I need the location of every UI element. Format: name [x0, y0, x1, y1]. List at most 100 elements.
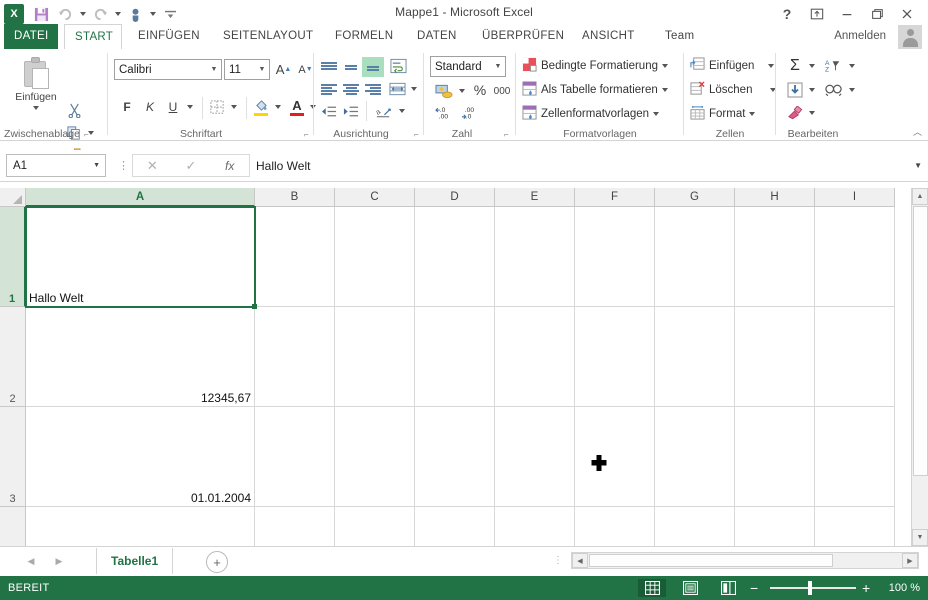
cell-D3[interactable] [415, 407, 495, 507]
col-header-B[interactable]: B [255, 188, 335, 207]
vertical-scroll-thumb[interactable] [913, 206, 928, 476]
fill-color-dropdown-icon[interactable] [272, 97, 284, 117]
cell-E2[interactable] [495, 307, 575, 407]
tab-einfuegen[interactable]: EINFÜGEN [128, 24, 210, 49]
tab-daten[interactable]: DATEN [407, 24, 467, 49]
zoom-level-label[interactable]: 100 % [889, 582, 920, 594]
cell-styles-button[interactable]: Zellenformatvorlagen [522, 105, 660, 123]
cell-F2[interactable] [575, 307, 655, 407]
cut-icon[interactable] [64, 101, 84, 119]
thousands-separator-button[interactable]: 000 [490, 81, 514, 101]
cell-B4[interactable] [255, 507, 335, 546]
confirm-entry-icon[interactable]: ✓ [172, 158, 211, 174]
cell-B1[interactable] [255, 207, 335, 307]
fill-icon[interactable] [784, 79, 806, 101]
clear-icon[interactable] [784, 103, 806, 123]
cell-styles-dropdown-icon[interactable] [653, 112, 660, 116]
cell-C4[interactable] [335, 507, 415, 546]
italic-button[interactable]: K [139, 97, 161, 117]
col-header-D[interactable]: D [415, 188, 495, 207]
format-as-table-dropdown-icon[interactable] [661, 88, 668, 92]
font-name-combo[interactable]: Calibri ▼ [114, 59, 222, 80]
cell-I3[interactable] [815, 407, 895, 507]
cell-E4[interactable] [495, 507, 575, 546]
sheet-tab-tabelle1[interactable]: Tabelle1 [96, 548, 174, 574]
cell-C1[interactable] [335, 207, 415, 307]
cell-I1[interactable] [815, 207, 895, 307]
vertical-scrollbar[interactable]: ▲ ▼ [911, 188, 928, 546]
cell-A4[interactable] [26, 507, 255, 546]
zoom-out-button[interactable]: − [750, 580, 758, 596]
cell-C3[interactable] [335, 407, 415, 507]
autosum-dropdown-icon[interactable] [806, 55, 818, 77]
cell-G1[interactable] [655, 207, 735, 307]
underline-dropdown-icon[interactable] [184, 97, 196, 117]
scroll-up-icon[interactable]: ▲ [912, 188, 928, 205]
ribbon-display-options-icon[interactable] [802, 2, 832, 26]
font-color-icon[interactable]: A [286, 95, 308, 119]
align-middle-icon[interactable] [340, 57, 362, 77]
cell-G4[interactable] [655, 507, 735, 546]
col-header-I[interactable]: I [815, 188, 895, 207]
fill-color-icon[interactable] [250, 95, 272, 119]
cell-G2[interactable] [655, 307, 735, 407]
merge-cells-icon[interactable] [386, 79, 408, 99]
insert-cells-dropdown-icon[interactable] [768, 64, 775, 68]
horizontal-split-handle[interactable]: ⋮ [553, 555, 563, 566]
row-header-1[interactable]: 1 [0, 207, 26, 307]
zoom-in-button[interactable]: + [862, 580, 870, 596]
col-header-F[interactable]: F [575, 188, 655, 207]
increase-decimal-icon[interactable]: .0.00 [432, 103, 458, 123]
cell-H3[interactable] [735, 407, 815, 507]
minimize-icon[interactable] [832, 2, 862, 26]
insert-cells-button[interactable]: Einfügen [690, 57, 775, 75]
delete-cells-button[interactable]: Löschen [690, 81, 777, 99]
cell-F1[interactable] [575, 207, 655, 307]
cell-I2[interactable] [815, 307, 895, 407]
orientation-dropdown-icon[interactable] [396, 101, 408, 121]
cell-F3[interactable] [575, 407, 655, 507]
tab-ansicht[interactable]: ANSICHT [572, 24, 645, 49]
tab-ueberpruefen[interactable]: ÜBERPRÜFEN [472, 24, 574, 49]
conditional-formatting-button[interactable]: Bedingte Formatierung [522, 57, 668, 75]
format-cells-button[interactable]: Format [690, 105, 756, 123]
paste-button[interactable]: Einfügen [8, 57, 64, 110]
grow-font-icon[interactable]: A ▲ [273, 59, 294, 80]
align-bottom-icon[interactable] [362, 57, 384, 77]
cell-G3[interactable] [655, 407, 735, 507]
formula-input[interactable]: Hallo Welt [252, 154, 918, 177]
currency-icon[interactable] [432, 81, 456, 101]
col-header-E[interactable]: E [495, 188, 575, 207]
cell-D1[interactable] [415, 207, 495, 307]
clear-dropdown-icon[interactable] [806, 103, 818, 123]
increase-indent-icon[interactable] [340, 101, 362, 121]
percent-button[interactable]: % [470, 79, 490, 101]
row-header-2[interactable]: 2 [0, 307, 26, 407]
bold-button[interactable]: F [116, 97, 138, 117]
close-icon[interactable] [892, 2, 922, 26]
align-top-icon[interactable] [318, 57, 340, 77]
cell-A1[interactable]: Hallo Welt [26, 207, 255, 307]
find-select-icon[interactable] [822, 79, 846, 101]
cell-E3[interactable] [495, 407, 575, 507]
cell-A2[interactable]: 12345,67 [26, 307, 255, 407]
clipboard-dialog-launcher[interactable]: ⌐ [84, 130, 89, 139]
tab-team[interactable]: Team [655, 24, 704, 49]
avatar[interactable] [898, 25, 922, 49]
decrease-indent-icon[interactable] [318, 101, 340, 121]
cancel-entry-icon[interactable]: ✕ [133, 158, 172, 174]
conditional-formatting-dropdown-icon[interactable] [661, 64, 668, 68]
cell-D2[interactable] [415, 307, 495, 407]
borders-dropdown-icon[interactable] [228, 97, 240, 117]
find-select-dropdown-icon[interactable] [846, 79, 858, 101]
align-right-icon[interactable] [362, 79, 384, 99]
format-as-table-button[interactable]: Als Tabelle formatieren [522, 81, 668, 99]
row-header-3[interactable]: 3 [0, 407, 26, 507]
cell-B2[interactable] [255, 307, 335, 407]
borders-icon[interactable] [206, 97, 228, 117]
cell-D4[interactable] [415, 507, 495, 546]
align-center-icon[interactable] [340, 79, 362, 99]
cell-H1[interactable] [735, 207, 815, 307]
fill-dropdown-icon[interactable] [806, 79, 818, 101]
select-all-corner[interactable] [0, 188, 26, 207]
